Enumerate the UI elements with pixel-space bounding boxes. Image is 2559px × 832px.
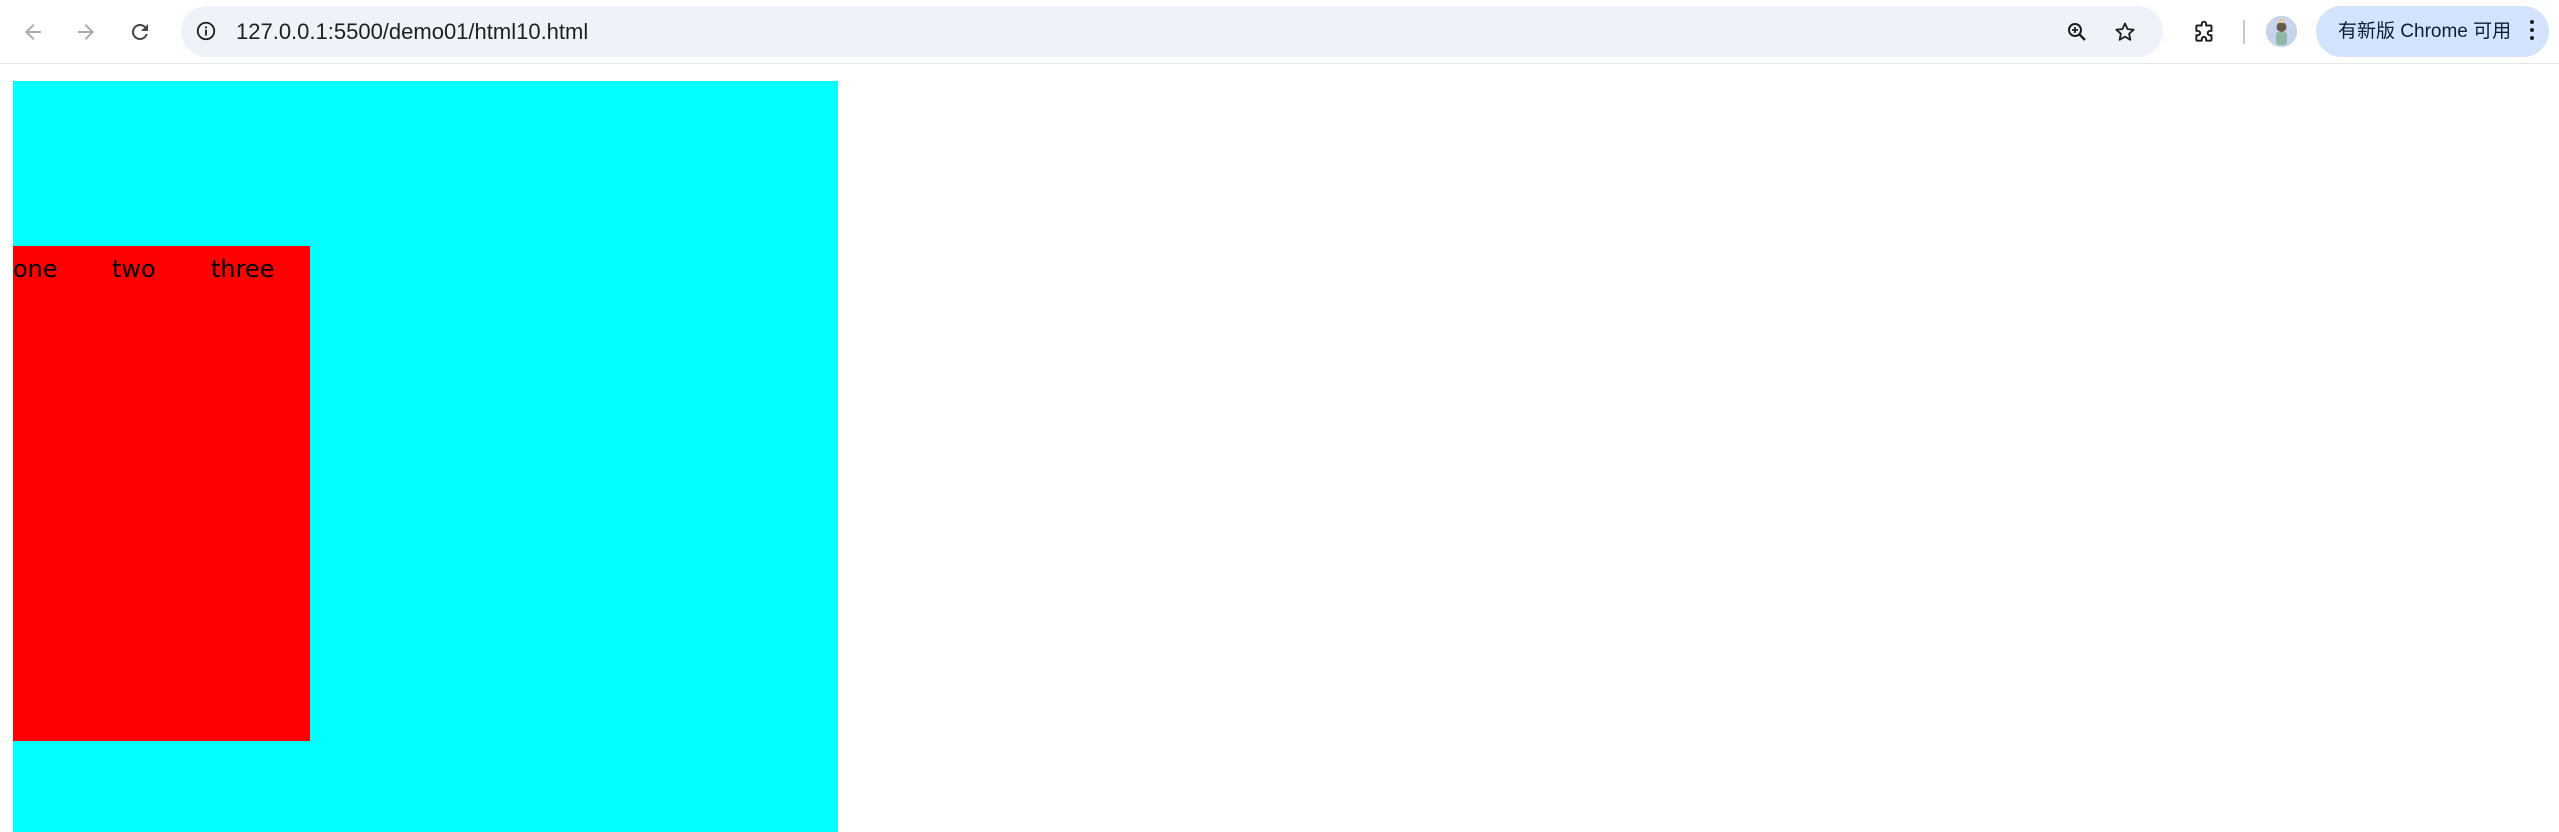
chrome-update-label: 有新版 Chrome 可用 <box>2338 21 2512 42</box>
item-list: one two three <box>13 254 310 284</box>
kebab-menu-icon[interactable] <box>2529 20 2535 44</box>
url-text[interactable]: 127.0.0.1:5500/demo01/html10.html <box>236 18 588 45</box>
profile-avatar[interactable] <box>2266 16 2297 47</box>
avatar-image <box>2266 16 2297 47</box>
outer-container: one two three <box>13 81 838 832</box>
list-item: one <box>13 255 58 283</box>
address-bar[interactable]: 127.0.0.1:5500/demo01/html10.html <box>181 6 2163 57</box>
toolbar-divider <box>2243 20 2245 44</box>
forward-arrow-icon <box>78 24 94 40</box>
list-item: two <box>112 255 156 283</box>
extensions-button[interactable] <box>2185 12 2225 52</box>
back-button[interactable] <box>13 12 53 52</box>
zoom-icon <box>2068 23 2086 41</box>
bookmark-button[interactable] <box>2109 16 2141 48</box>
star-icon <box>2115 22 2135 41</box>
reload-icon <box>131 23 148 40</box>
puzzle-icon <box>2195 20 2213 42</box>
back-arrow-icon <box>25 24 41 40</box>
info-icon <box>196 21 216 41</box>
reload-button[interactable] <box>120 12 160 52</box>
site-info-button[interactable] <box>193 18 219 44</box>
zoom-button[interactable] <box>2061 16 2093 48</box>
inner-container: one two three <box>13 246 310 741</box>
list-item: three <box>211 255 275 283</box>
forward-button[interactable] <box>66 12 106 52</box>
chrome-update-button[interactable]: 有新版 Chrome 可用 <box>2316 6 2549 57</box>
browser-toolbar: 127.0.0.1:5500/demo01/html10.html 有新版 Ch… <box>0 0 2559 64</box>
